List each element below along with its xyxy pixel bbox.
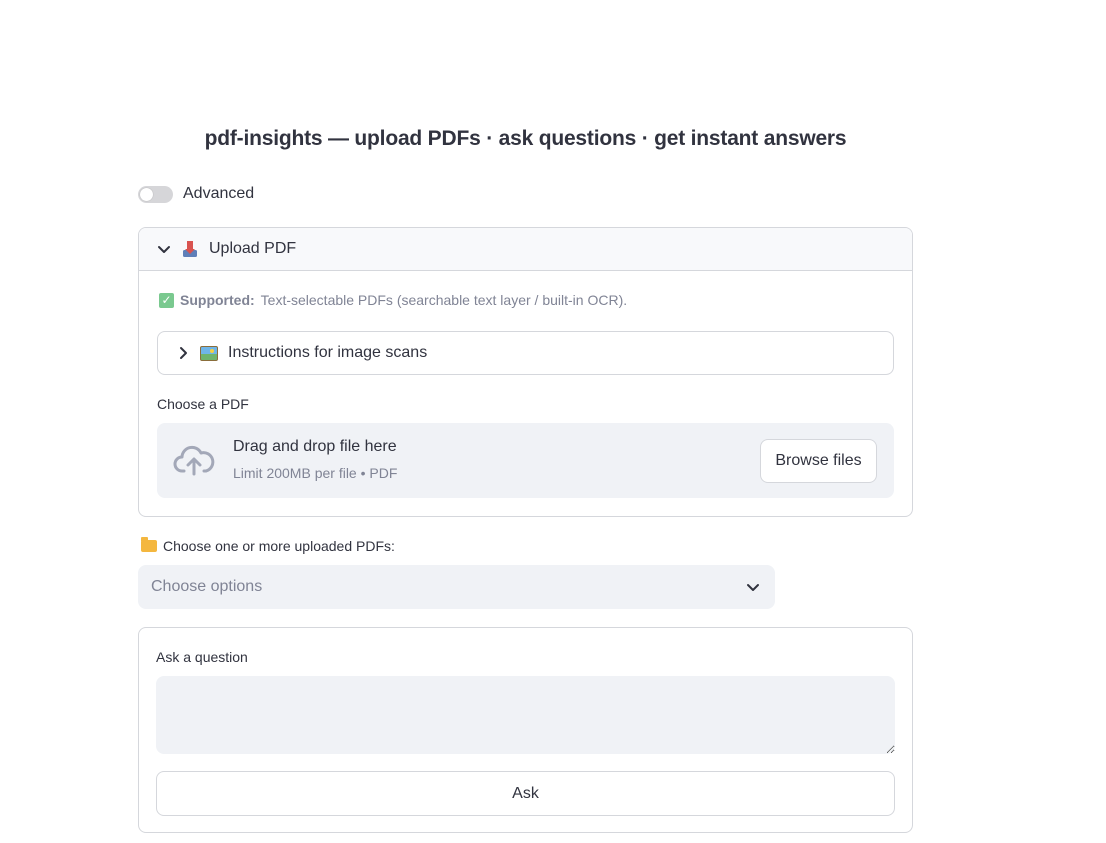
question-label: Ask a question [156, 649, 248, 665]
folder-icon [141, 537, 157, 552]
upload-pdf-expander-label: Upload PDF [209, 240, 297, 257]
file-dropzone[interactable]: Drag and drop file here Limit 200MB per … [157, 423, 894, 498]
dropzone-title: Drag and drop file here [233, 438, 397, 455]
chevron-down-icon [747, 584, 759, 591]
upload-pdf-expander-header[interactable]: Upload PDF [139, 228, 912, 271]
pdf-multiselect[interactable]: Choose options [138, 565, 775, 609]
question-form: Ask a question Ask [138, 627, 913, 833]
advanced-toggle-label: Advanced [183, 185, 255, 202]
supported-note-text: Text-selectable PDFs (searchable text la… [260, 292, 628, 308]
inbox-tray-icon [183, 241, 197, 257]
advanced-toggle[interactable] [138, 185, 173, 203]
chevron-down-icon [158, 246, 170, 253]
multiselect-label: Choose one or more uploaded PDFs: [163, 538, 395, 554]
advanced-toggle-row: Advanced [138, 185, 254, 203]
supported-note-bold: Supported: [180, 292, 255, 308]
multiselect-placeholder: Choose options [151, 578, 263, 595]
page-title: pdf-insights — upload PDFs · ask questio… [204, 127, 847, 150]
chevron-right-icon [180, 347, 187, 359]
file-uploader-label: Choose a PDF [157, 396, 249, 412]
question-textarea[interactable] [156, 676, 895, 754]
toggle-knob [140, 187, 153, 201]
upload-pdf-expander: Upload PDF ✓ Supported: Text-selectable … [138, 227, 913, 517]
supported-note: ✓ Supported: Text-selectable PDFs (searc… [159, 292, 627, 308]
dropzone-limit: Limit 200MB per file • PDF [233, 465, 398, 481]
check-mark-icon: ✓ [159, 292, 174, 308]
framed-picture-icon [200, 345, 218, 361]
ask-button[interactable]: Ask [156, 771, 895, 816]
instructions-expander-label: Instructions for image scans [228, 344, 428, 361]
cloud-upload-icon [173, 445, 215, 476]
browse-files-button[interactable]: Browse files [760, 439, 877, 483]
multiselect-label-row: Choose one or more uploaded PDFs: [141, 537, 395, 554]
instructions-expander[interactable]: Instructions for image scans [157, 331, 894, 375]
